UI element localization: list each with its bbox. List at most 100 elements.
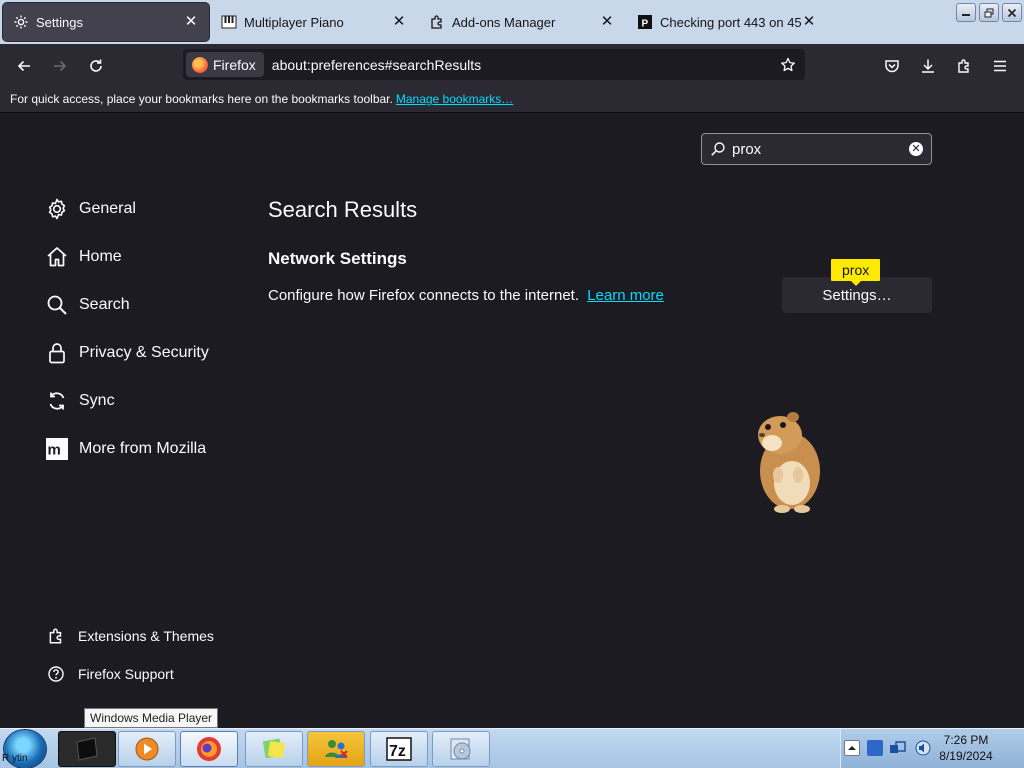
- start-partial-text: R ytin: [2, 753, 28, 764]
- taskbar-terminal-button[interactable]: [58, 731, 116, 767]
- hamster-desktop-pet[interactable]: [738, 405, 828, 515]
- forward-button[interactable]: [46, 52, 74, 80]
- disc-burner-icon: [450, 738, 471, 760]
- arrow-right-icon: [54, 60, 67, 72]
- help-icon: [46, 664, 66, 684]
- taskbar-notes-button[interactable]: [245, 731, 303, 767]
- url-text[interactable]: about:preferences#searchResults: [272, 57, 776, 73]
- tab-settings[interactable]: Settings ✕: [3, 3, 209, 41]
- sync-icon: [44, 388, 70, 414]
- site-favicon-icon: P: [637, 14, 653, 30]
- tab-addons-manager[interactable]: Add-ons Manager ✕: [419, 3, 625, 41]
- firefox-support-link[interactable]: Firefox Support: [46, 662, 174, 686]
- clock-date: 8/19/2024: [939, 749, 993, 763]
- network-settings-text: Configure how Firefox connects to the in…: [268, 287, 580, 304]
- search-icon: [710, 141, 726, 157]
- taskbar-disc-button[interactable]: [432, 731, 490, 767]
- tab-title: Multiplayer Piano: [244, 14, 344, 30]
- svg-text:P: P: [642, 19, 649, 30]
- category-label: General: [79, 200, 136, 217]
- search-value[interactable]: prox: [732, 141, 909, 158]
- tab-multiplayer-piano[interactable]: Multiplayer Piano ✕: [211, 3, 417, 41]
- taskbar-clock[interactable]: 7:26 PM 8/19/2024: [910, 732, 1022, 764]
- restore-button[interactable]: [979, 3, 999, 22]
- reload-button[interactable]: [82, 52, 110, 80]
- tab-checking-port[interactable]: P Checking port 443 on 45.236 ✕: [627, 3, 827, 41]
- url-bar[interactable]: Firefox about:preferences#searchResults: [183, 49, 805, 80]
- puzzle-icon: [958, 59, 969, 73]
- navigation-toolbar: Firefox about:preferences#searchResults: [0, 44, 1024, 86]
- arrow-left-icon: [17, 60, 30, 72]
- preferences-search-input[interactable]: prox ✕: [701, 133, 932, 165]
- windows-taskbar: R ytin 7z 7:26 PM 8/19/2024: [0, 728, 1024, 768]
- svg-text:m: m: [48, 442, 61, 459]
- taskbar-firefox-button[interactable]: [180, 731, 238, 767]
- bookmark-star-icon[interactable]: [776, 53, 800, 77]
- learn-more-link[interactable]: Learn more: [587, 287, 664, 304]
- download-icon: [922, 59, 934, 73]
- footer-link-label: Extensions & Themes: [78, 628, 214, 644]
- search-icon: [44, 292, 70, 318]
- show-hidden-icons-icon[interactable]: [844, 740, 860, 756]
- clock-time: 7:26 PM: [943, 733, 989, 747]
- category-home[interactable]: Home: [44, 241, 122, 273]
- reload-icon: [90, 59, 102, 72]
- tab-strip: Settings ✕ Multiplayer Piano ✕ Add-ons M…: [0, 0, 1024, 44]
- gear-icon: [13, 14, 29, 30]
- close-window-button[interactable]: [1002, 3, 1022, 22]
- close-icon[interactable]: ✕: [599, 14, 615, 30]
- category-label: More from Mozilla: [79, 440, 207, 457]
- category-general[interactable]: General: [44, 193, 136, 225]
- media-player-icon: [135, 737, 159, 761]
- search-highlight-tooltip: prox: [831, 259, 881, 286]
- close-icon[interactable]: ✕: [391, 14, 407, 30]
- category-sync[interactable]: Sync: [44, 385, 115, 417]
- category-more-from-mozilla[interactable]: m More from Mozilla: [44, 433, 206, 465]
- sticky-notes-icon: [262, 738, 285, 759]
- 7zip-icon: 7z: [386, 737, 412, 761]
- menu-button[interactable]: [986, 52, 1014, 80]
- puzzle-icon: [429, 14, 445, 30]
- browser-window: Settings ✕ Multiplayer Piano ✕ Add-ons M…: [0, 0, 1024, 768]
- mozilla-icon: m: [44, 436, 70, 462]
- search-results-heading: Search Results: [268, 197, 418, 222]
- category-label: Sync: [79, 392, 115, 409]
- black-box-icon: [76, 737, 98, 761]
- piano-icon: [221, 14, 237, 30]
- gear-icon: [44, 196, 70, 222]
- category-privacy-security[interactable]: Privacy & Security: [44, 337, 209, 369]
- firefox-logo-icon: [192, 56, 208, 73]
- svg-text:7z: 7z: [389, 743, 406, 760]
- network-connection-icon[interactable]: [889, 740, 906, 756]
- downloads-button[interactable]: [914, 52, 942, 80]
- minimize-button[interactable]: [956, 3, 976, 22]
- preferences-page: prox ✕ General Home Search Privacy & Sec…: [0, 113, 1024, 728]
- tab-title: Checking port 443 on 45.236: [660, 14, 801, 30]
- tab-title: Settings: [36, 14, 83, 30]
- tab-title: Add-ons Manager: [452, 14, 556, 30]
- home-icon: [44, 244, 70, 270]
- close-icon[interactable]: ✕: [183, 14, 199, 30]
- network-tray-icon[interactable]: [867, 740, 883, 756]
- extensions-button[interactable]: [950, 52, 978, 80]
- messenger-people-icon: [325, 740, 348, 758]
- pocket-button[interactable]: [878, 52, 906, 80]
- taskbar-tooltip: Windows Media Player: [84, 708, 219, 728]
- pocket-icon: [885, 60, 899, 73]
- clear-search-icon[interactable]: ✕: [909, 142, 923, 156]
- network-settings-description: Configure how Firefox connects to the in…: [268, 287, 664, 304]
- taskbar-media-player-button[interactable]: [118, 731, 176, 767]
- taskbar-7zip-button[interactable]: 7z: [370, 731, 428, 767]
- hamburger-menu-icon: [994, 60, 1006, 72]
- manage-bookmarks-link[interactable]: Manage bookmarks…: [396, 92, 513, 106]
- firefox-logo-icon: [197, 737, 221, 761]
- category-search[interactable]: Search: [44, 289, 130, 321]
- back-button[interactable]: [10, 52, 38, 80]
- close-icon[interactable]: ✕: [801, 14, 817, 30]
- extensions-themes-link[interactable]: Extensions & Themes: [46, 624, 214, 648]
- puzzle-icon: [46, 626, 66, 646]
- taskbar-messenger-button[interactable]: [307, 731, 365, 767]
- identity-label: Firefox: [213, 56, 256, 73]
- category-label: Privacy & Security: [79, 344, 209, 361]
- identity-box[interactable]: Firefox: [186, 52, 264, 77]
